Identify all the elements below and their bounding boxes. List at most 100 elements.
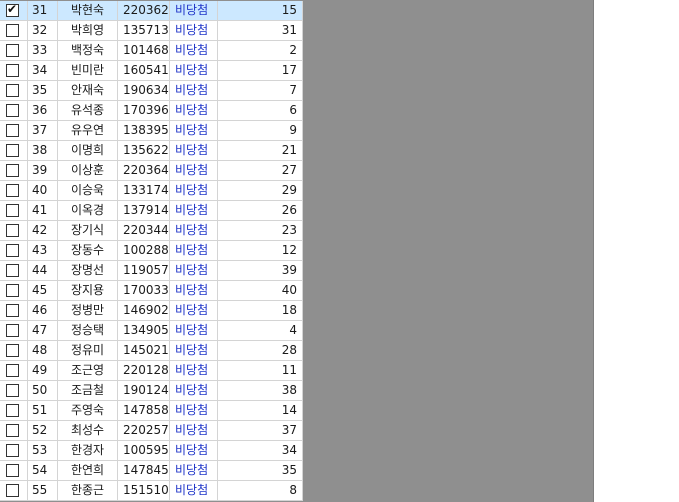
table-row[interactable]: 51 주영숙 147858 비당첨 14 xyxy=(0,401,303,421)
checkbox-cell[interactable] xyxy=(0,21,28,40)
row-name: 유우연 xyxy=(58,121,118,140)
checkbox-cell[interactable] xyxy=(0,321,28,340)
checkbox-cell[interactable] xyxy=(0,421,28,440)
row-checkbox[interactable] xyxy=(6,44,19,57)
checkbox-cell[interactable] xyxy=(0,101,28,120)
checkbox-cell[interactable] xyxy=(0,401,28,420)
row-checkbox[interactable] xyxy=(6,124,19,137)
checkbox-cell[interactable] xyxy=(0,261,28,280)
table-row[interactable]: 44 장명선 119057 비당첨 39 xyxy=(0,261,303,281)
row-status: 비당첨 xyxy=(170,341,218,360)
checkbox-cell[interactable] xyxy=(0,281,28,300)
row-id: 100288 xyxy=(118,241,170,260)
row-id: 147858 xyxy=(118,401,170,420)
row-status: 비당첨 xyxy=(170,181,218,200)
row-checkbox[interactable] xyxy=(6,264,19,277)
table-row[interactable]: 34 빈미란 160541 비당첨 17 xyxy=(0,61,303,81)
checkbox-cell[interactable] xyxy=(0,341,28,360)
checkbox-cell[interactable] xyxy=(0,201,28,220)
row-checkbox[interactable] xyxy=(6,104,19,117)
table-row[interactable]: ✔ 31 박현숙 220362 비당첨 15 xyxy=(0,1,303,21)
row-checkbox[interactable]: ✔ xyxy=(6,2,19,17)
table-row[interactable]: 54 한연희 147845 비당첨 35 xyxy=(0,461,303,481)
table-row[interactable]: 41 이옥경 137914 비당첨 26 xyxy=(0,201,303,221)
checkbox-cell[interactable] xyxy=(0,441,28,460)
row-checkbox[interactable] xyxy=(6,444,19,457)
row-number: 52 xyxy=(28,421,58,440)
row-checkbox[interactable] xyxy=(6,224,19,237)
table-row[interactable]: 33 백정숙 101468 비당첨 2 xyxy=(0,41,303,61)
table-row[interactable]: 50 조금철 190124 비당첨 38 xyxy=(0,381,303,401)
row-name: 장기식 xyxy=(58,221,118,240)
checkbox-cell[interactable] xyxy=(0,221,28,240)
row-number: 44 xyxy=(28,261,58,280)
table-row[interactable]: 42 장기식 220344 비당첨 23 xyxy=(0,221,303,241)
row-checkbox[interactable] xyxy=(6,404,19,417)
row-checkbox[interactable] xyxy=(6,164,19,177)
row-status: 비당첨 xyxy=(170,101,218,120)
table-row[interactable]: 49 조근영 220128 비당첨 11 xyxy=(0,361,303,381)
row-checkbox[interactable] xyxy=(6,464,19,477)
table-row[interactable]: 52 최성수 220257 비당첨 37 xyxy=(0,421,303,441)
table-row[interactable]: 45 장지용 170033 비당첨 40 xyxy=(0,281,303,301)
row-id: 134905 xyxy=(118,321,170,340)
row-id: 133174 xyxy=(118,181,170,200)
table-row[interactable]: 43 장동수 100288 비당첨 12 xyxy=(0,241,303,261)
table-row[interactable]: 36 유석종 170396 비당첨 6 xyxy=(0,101,303,121)
row-checkbox[interactable] xyxy=(6,144,19,157)
checkbox-cell[interactable] xyxy=(0,81,28,100)
checkbox-cell[interactable] xyxy=(0,481,28,500)
table-row[interactable]: 39 이상훈 220364 비당첨 27 xyxy=(0,161,303,181)
row-count: 9 xyxy=(218,121,303,140)
row-checkbox[interactable] xyxy=(6,304,19,317)
row-number: 53 xyxy=(28,441,58,460)
table-row[interactable]: 53 한경자 100595 비당첨 34 xyxy=(0,441,303,461)
row-status: 비당첨 xyxy=(170,421,218,440)
row-count: 7 xyxy=(218,81,303,100)
checkbox-cell[interactable] xyxy=(0,121,28,140)
row-status: 비당첨 xyxy=(170,281,218,300)
row-checkbox[interactable] xyxy=(6,204,19,217)
checkbox-cell[interactable]: ✔ xyxy=(0,1,28,20)
checkbox-cell[interactable] xyxy=(0,361,28,380)
row-checkbox[interactable] xyxy=(6,24,19,37)
checkbox-cell[interactable] xyxy=(0,181,28,200)
row-checkbox[interactable] xyxy=(6,184,19,197)
checkbox-cell[interactable] xyxy=(0,381,28,400)
row-status: 비당첨 xyxy=(170,441,218,460)
row-checkbox[interactable] xyxy=(6,384,19,397)
row-checkbox[interactable] xyxy=(6,324,19,337)
checkbox-cell[interactable] xyxy=(0,241,28,260)
row-checkbox[interactable] xyxy=(6,484,19,497)
checkbox-cell[interactable] xyxy=(0,141,28,160)
row-checkbox[interactable] xyxy=(6,84,19,97)
row-count: 35 xyxy=(218,461,303,480)
table-row[interactable]: 55 한종근 151510 비당첨 8 xyxy=(0,481,303,501)
row-checkbox[interactable] xyxy=(6,64,19,77)
row-checkbox[interactable] xyxy=(6,284,19,297)
checkbox-cell[interactable] xyxy=(0,41,28,60)
row-id: 220344 xyxy=(118,221,170,240)
table-row[interactable]: 37 유우연 138395 비당첨 9 xyxy=(0,121,303,141)
row-number: 37 xyxy=(28,121,58,140)
table-row[interactable]: 48 정유미 145021 비당첨 28 xyxy=(0,341,303,361)
checkbox-cell[interactable] xyxy=(0,61,28,80)
checkbox-cell[interactable] xyxy=(0,161,28,180)
table-row[interactable]: 40 이승욱 133174 비당첨 29 xyxy=(0,181,303,201)
table-row[interactable]: 38 이명희 135622 비당첨 21 xyxy=(0,141,303,161)
row-count: 12 xyxy=(218,241,303,260)
row-checkbox[interactable] xyxy=(6,244,19,257)
row-checkbox[interactable] xyxy=(6,364,19,377)
row-status: 비당첨 xyxy=(170,201,218,220)
checkbox-cell[interactable] xyxy=(0,301,28,320)
table-row[interactable]: 35 안재숙 190634 비당첨 7 xyxy=(0,81,303,101)
row-checkbox[interactable] xyxy=(6,344,19,357)
row-status: 비당첨 xyxy=(170,141,218,160)
checkbox-cell[interactable] xyxy=(0,461,28,480)
row-checkbox[interactable] xyxy=(6,424,19,437)
table-row[interactable]: 46 정병만 146902 비당첨 18 xyxy=(0,301,303,321)
table-row[interactable]: 47 정승택 134905 비당첨 4 xyxy=(0,321,303,341)
table-row[interactable]: 32 박희영 135713 비당첨 31 xyxy=(0,21,303,41)
row-name: 한종근 xyxy=(58,481,118,500)
row-status: 비당첨 xyxy=(170,461,218,480)
